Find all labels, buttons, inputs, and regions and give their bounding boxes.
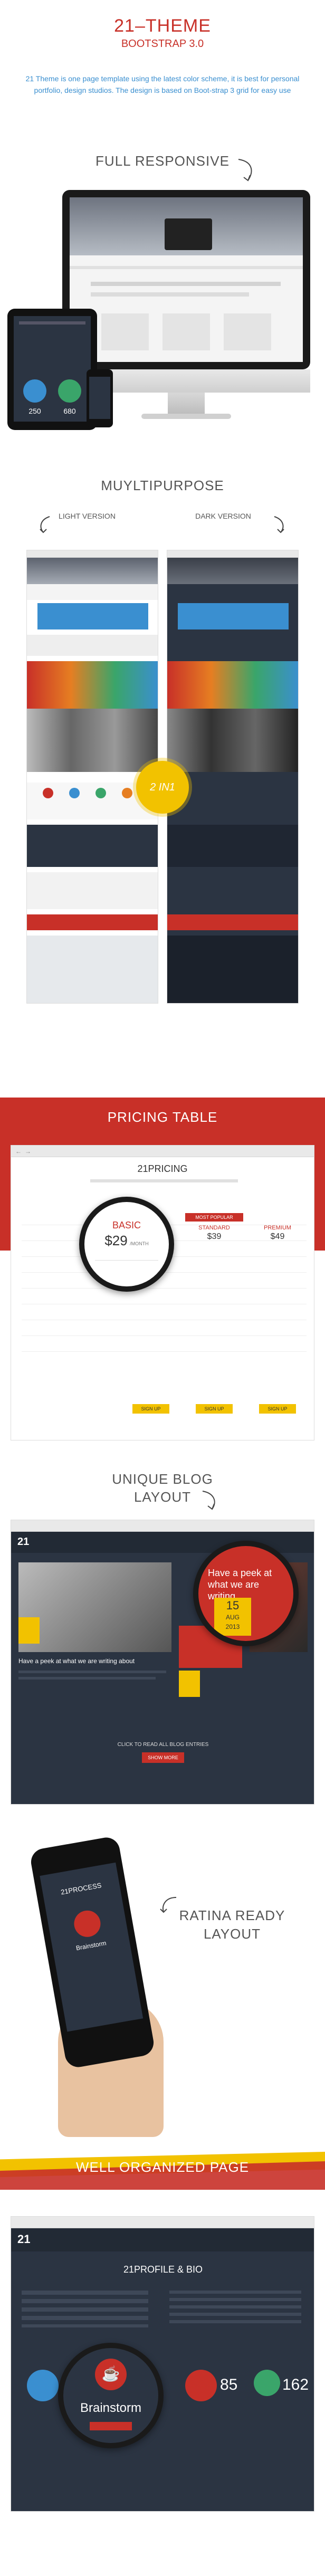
tablet-mockup: 250 680 [7,309,97,430]
blog-title-line2: LAYOUT [133,1489,192,1505]
brainstorm-zoom: ☕ Brainstorm [58,2343,164,2448]
phone-mockup-small [87,369,113,427]
tablet-stat-1: 250 [28,407,41,415]
zoom-year: 2013 [225,1623,240,1630]
phone-mockup: 21PROCESS Brainstorm [28,1835,156,2069]
back-icon[interactable]: ← [15,1148,22,1155]
show-more-button[interactable]: SHOW MORE [142,1752,184,1763]
pricing-browser: ← → 21PRICING MOST POPULAR STANDARD $39 … [11,1145,314,1440]
logo[interactable]: 21 [17,1536,29,1548]
brand-subtitle: BOOTSTRAP 3.0 [121,38,204,50]
light-version-label: LIGHT VERSION [59,512,116,520]
multipurpose-title: MUYLTIPURPOSE [101,478,224,493]
basic-plan-zoom: BASIC $29 /MONTH [79,1197,174,1292]
brand-title: 21–THEME [114,16,211,36]
signup-button-premium[interactable]: SIGN UP [259,1404,296,1414]
blog-cta-text: CLICK TO READ ALL BLOG ENTRIES [117,1742,209,1748]
organized-browser: 21 21PROFILE & BIO 25 85 162 [11,2216,314,2512]
organized-title: WELL ORGANIZED PAGE [75,2159,250,2175]
tablet-stat-2: 680 [63,407,76,415]
basic-plan-label: BASIC [112,1220,141,1230]
dark-version-label: DARK VERSION [195,512,251,520]
hand-with-phone: 21PROCESS Brainstorm [28,1835,164,2137]
blog-post-title[interactable]: Have a peek at what we are writing about [18,1657,171,1665]
zoom-day: 15 [226,1599,240,1612]
premium-plan-label: PREMIUM [264,1225,291,1231]
brand-number: 21 [114,16,135,36]
stat-3: 162 [282,2376,309,2393]
header: 21–THEME BOOTSTRAP 3.0 [0,0,325,58]
pricing-heading: 21PRICING [137,1163,188,1174]
blog-zoom: Have a peek at what we are writing ... 1… [193,1541,299,1646]
standard-plan-label: STANDARD [198,1225,230,1231]
coffee-icon: ☕ [101,2365,120,2382]
two-in-one-badge: 2 IN1 [136,761,189,814]
retina-title-line2: LAYOUT [203,1926,261,1942]
arrow-icon [160,1897,177,1913]
arrow-icon [238,159,252,182]
basic-plan-price: $29 [104,1233,128,1248]
signup-button-standard[interactable]: SIGN UP [196,1404,233,1414]
basic-plan-period: /MONTH [130,1241,149,1246]
organized-heading: 21PROFILE & BIO [123,2264,203,2275]
zoom-post-title: Have a peek at what we are writing ... [208,1568,272,1601]
responsive-title: FULL RESPONSIVE [95,153,230,169]
signup-button-basic[interactable]: SIGN UP [132,1404,169,1414]
blog-title-line1: UNIQUE BLOG [112,1471,213,1487]
badge-text: 2 IN1 [150,781,175,793]
arrow-icon [202,1491,215,1510]
zoom-month: AUG [225,1614,240,1621]
premium-plan-price: $49 [270,1232,285,1241]
most-popular-tag: MOST POPULAR [185,1213,243,1222]
standard-plan-price: $39 [207,1232,222,1241]
logo[interactable]: 21 [17,2232,30,2246]
desktop-screen [70,197,303,362]
stat-2: 85 [220,2376,238,2393]
arrow-icon [40,516,50,533]
pricing-ribbon-title: PRICING TABLE [107,1109,218,1125]
arrow-icon [274,516,284,533]
forward-icon[interactable]: → [25,1148,31,1155]
intro-text: 21 Theme is one page template using the … [25,74,300,94]
brand-word: THEME [145,16,211,36]
zoom-label: Brainstorm [80,2401,142,2415]
